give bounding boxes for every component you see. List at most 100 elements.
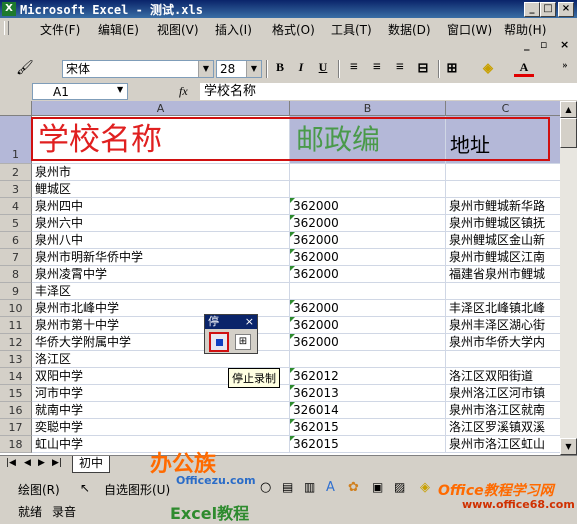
cell-postcode[interactable]: 362015 xyxy=(290,436,446,453)
chevron-down-icon[interactable]: ▼ xyxy=(117,85,123,94)
cell-postcode[interactable]: 362000 xyxy=(290,232,446,249)
row-header[interactable]: 2 xyxy=(0,164,32,181)
cell-school[interactable]: 泉州六中 xyxy=(32,215,290,232)
cell-school[interactable]: 泉州市明新华侨中学 xyxy=(32,249,290,266)
menu-data[interactable]: 数据(D) xyxy=(388,21,431,38)
merge-center-icon[interactable]: ⊟ xyxy=(413,60,433,78)
cell-address[interactable] xyxy=(446,351,560,368)
cell-address[interactable]: 泉州市洛江区虹山 xyxy=(446,436,560,453)
cell-address[interactable]: 泉州市华侨大学内 xyxy=(446,334,560,351)
menu-tools[interactable]: 工具(T) xyxy=(331,21,372,38)
cell-school[interactable]: 就南中学 xyxy=(32,402,290,419)
chevron-down-icon[interactable]: ▼ xyxy=(198,61,213,77)
workbook-close-button[interactable]: × xyxy=(560,38,569,51)
fill-color-icon[interactable]: ◈ xyxy=(478,60,498,78)
cell-address[interactable]: 泉州市鲤城区江南 xyxy=(446,249,560,266)
cell-postcode[interactable]: 362000 xyxy=(290,300,446,317)
format-painter-icon[interactable]: 🖌 xyxy=(16,60,34,76)
menu-help[interactable]: 帮助(H) xyxy=(504,21,546,38)
font-size-combo[interactable]: 28 ▼ xyxy=(216,60,262,78)
cell-school[interactable]: 奕聪中学 xyxy=(32,419,290,436)
row-header[interactable]: 11 xyxy=(0,317,32,334)
scroll-up-icon[interactable]: ▲ xyxy=(560,101,577,118)
cell-address[interactable]: 丰泽区北峰镇北峰 xyxy=(446,300,560,317)
last-sheet-icon[interactable]: ▶| xyxy=(52,458,62,468)
worksheet-grid[interactable]: A B C 1 学校名称 邮政编 地址 2 泉州市 3 鲤城区 4 泉州四中 362000 泉… xyxy=(0,101,560,455)
menu-file[interactable]: 文件(F) xyxy=(40,21,80,38)
row-header-1[interactable]: 1 xyxy=(0,116,32,164)
row-header[interactable]: 4 xyxy=(0,198,32,215)
menu-insert[interactable]: 插入(I) xyxy=(215,21,252,38)
cell-school[interactable]: 丰泽区 xyxy=(32,283,290,300)
next-sheet-icon[interactable]: ▶ xyxy=(38,458,45,468)
maximize-button[interactable]: □ xyxy=(540,2,556,17)
row-header[interactable]: 13 xyxy=(0,351,32,368)
cell-postcode[interactable]: 362012 xyxy=(290,368,446,385)
cell-school[interactable]: 鲤城区 xyxy=(32,181,290,198)
cell-postcode[interactable]: 362013 xyxy=(290,385,446,402)
draw-menu-button[interactable]: 绘图(R) xyxy=(18,481,60,498)
italic-button[interactable]: I xyxy=(291,60,311,78)
sheet-tab-junior[interactable]: 初中 xyxy=(72,456,110,473)
close-button[interactable]: × xyxy=(558,2,574,17)
vertical-scrollbar[interactable]: ▲ ▼ xyxy=(560,101,577,455)
align-left-icon[interactable]: ≡ xyxy=(344,60,364,78)
autoshapes-button[interactable]: 自选图形(U) xyxy=(104,481,170,498)
cell-postcode[interactable] xyxy=(290,181,446,198)
cell-school[interactable]: 泉州八中 xyxy=(32,232,290,249)
cell-postcode[interactable]: 362000 xyxy=(290,317,446,334)
menu-format[interactable]: 格式(O) xyxy=(272,21,315,38)
workbook-minimize-button[interactable]: _ xyxy=(524,38,530,51)
row-header[interactable]: 8 xyxy=(0,266,32,283)
oval-icon[interactable]: ○ xyxy=(260,480,271,495)
align-right-icon[interactable]: ≡ xyxy=(390,60,410,78)
cell-address[interactable]: 洛江区罗溪镇双溪 xyxy=(446,419,560,436)
cell-address[interactable] xyxy=(446,283,560,300)
row-header[interactable]: 16 xyxy=(0,402,32,419)
select-all-corner[interactable] xyxy=(0,101,32,116)
fill-color-icon[interactable]: ◈ xyxy=(420,480,430,495)
cell-postcode[interactable] xyxy=(290,351,446,368)
stop-recording-toolbar[interactable]: 停 × ⊞ xyxy=(204,314,258,354)
textbox-icon[interactable]: ▤ xyxy=(282,480,293,494)
workbook-restore-button[interactable]: ▫ xyxy=(540,38,547,51)
diagram-icon[interactable]: ✿ xyxy=(348,480,359,495)
cell-address[interactable]: 泉州鲤城区金山新 xyxy=(446,232,560,249)
cell-school[interactable]: 泉州四中 xyxy=(32,198,290,215)
prev-sheet-icon[interactable]: ◀ xyxy=(24,458,31,468)
cell-address[interactable]: 泉州丰泽区湖心街 xyxy=(446,317,560,334)
stop-recording-button[interactable] xyxy=(209,332,229,352)
bold-button[interactable]: B xyxy=(270,60,290,78)
row-header[interactable]: 15 xyxy=(0,385,32,402)
menu-window[interactable]: 窗口(W) xyxy=(447,21,492,38)
cell-postcode[interactable]: 362000 xyxy=(290,266,446,283)
cell-address[interactable]: 泉州市鲤城新华路 xyxy=(446,198,560,215)
cell-postcode[interactable]: 362015 xyxy=(290,419,446,436)
cell-address[interactable]: 泉州市洛江区就南 xyxy=(446,402,560,419)
cell-postcode[interactable]: 362000 xyxy=(290,249,446,266)
cell-postcode[interactable]: 362000 xyxy=(290,198,446,215)
cell-postcode[interactable] xyxy=(290,164,446,181)
stop-toolbar-title[interactable]: 停 × xyxy=(205,315,257,329)
column-header-b[interactable]: B xyxy=(290,101,446,116)
row-header[interactable]: 5 xyxy=(0,215,32,232)
row-header[interactable]: 10 xyxy=(0,300,32,317)
excel-icon[interactable]: X xyxy=(2,2,16,16)
menu-view[interactable]: 视图(V) xyxy=(157,21,199,38)
align-center-icon[interactable]: ≡ xyxy=(367,60,387,78)
scroll-down-icon[interactable]: ▼ xyxy=(560,438,577,455)
vertical-textbox-icon[interactable]: ▥ xyxy=(304,480,315,494)
column-header-a[interactable]: A xyxy=(32,101,290,116)
underline-button[interactable]: U xyxy=(313,60,333,78)
cell-address[interactable]: 洛江区双阳街道 xyxy=(446,368,560,385)
cell-address[interactable] xyxy=(446,181,560,198)
wordart-icon[interactable]: A xyxy=(326,480,335,495)
fx-icon[interactable]: fx xyxy=(179,84,188,99)
cell-address[interactable]: 泉州市鲤城区镇抚 xyxy=(446,215,560,232)
row-header[interactable]: 12 xyxy=(0,334,32,351)
clipart-icon[interactable]: ▣ xyxy=(372,480,383,494)
borders-icon[interactable]: ⊞ xyxy=(442,60,462,78)
cell-postcode[interactable]: 362000 xyxy=(290,334,446,351)
select-objects-icon[interactable]: ↖ xyxy=(80,481,90,495)
row-header[interactable]: 9 xyxy=(0,283,32,300)
